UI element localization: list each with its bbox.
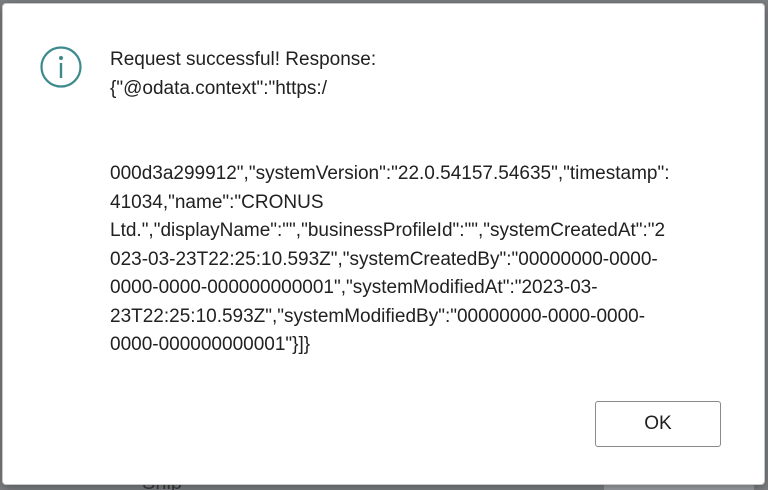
- ok-button[interactable]: OK: [595, 401, 721, 447]
- message-line: Ltd.","displayName":"","businessProfileI…: [110, 220, 666, 241]
- message-heading: Request successful! Response:: [110, 49, 377, 70]
- info-icon: [40, 46, 82, 88]
- message-dialog: Request successful! Response: {"@odata.c…: [2, 3, 765, 485]
- message-line: 41034,"name":"CRONUS: [110, 191, 324, 213]
- message-line: 23T22:25:10.593Z","systemModifiedBy":"00…: [110, 305, 646, 327]
- response-message: Request successful! Response: {"@odata.c…: [110, 46, 730, 360]
- message-line: {"@odata.context":"https:/: [110, 77, 327, 99]
- message-line: 000d3a299912","systemVersion":"22.0.5415…: [110, 163, 670, 184]
- message-line: 0000-0000-000000000001","systemModifiedA…: [110, 277, 598, 298]
- message-line: 023-03-23T22:25:10.593Z","systemCreatedB…: [110, 248, 658, 270]
- message-gap: [110, 103, 730, 160]
- message-line: 0000-000000000001"}]}: [110, 334, 311, 355]
